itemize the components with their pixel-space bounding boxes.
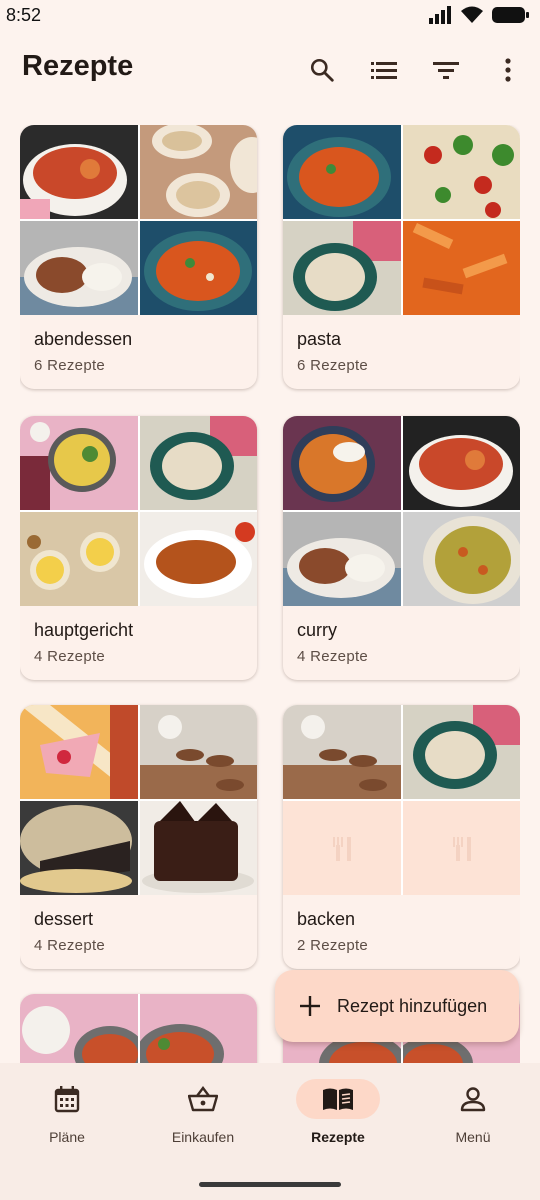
- home-indicator[interactable]: [199, 1182, 341, 1187]
- food-photo: [283, 512, 401, 606]
- nav-label: Rezepte: [311, 1129, 365, 1145]
- basket-icon: [188, 1086, 218, 1112]
- category-card-backen[interactable]: backen 2 Rezepte: [283, 705, 520, 969]
- food-photo: [403, 125, 520, 219]
- food-photo: [403, 416, 520, 510]
- food-photo: [20, 221, 138, 315]
- card-image-collage: [283, 705, 520, 895]
- card-recipe-count: 6 Rezepte: [297, 357, 369, 374]
- nav-label: Einkaufen: [171, 1129, 235, 1145]
- app-actions: [304, 52, 526, 88]
- category-card-curry[interactable]: curry 4 Rezepte: [283, 416, 520, 680]
- food-photo: [20, 125, 138, 219]
- search-icon: [310, 58, 334, 82]
- category-card-pasta[interactable]: pasta 6 Rezepte: [283, 125, 520, 389]
- food-photo: [20, 705, 138, 799]
- card-image-collage: [20, 705, 257, 895]
- card-image-collage: [20, 416, 257, 606]
- card-image-collage: [283, 416, 520, 606]
- food-photo: [20, 801, 138, 895]
- search-button[interactable]: [304, 52, 340, 88]
- card-image-collage: [283, 125, 520, 315]
- card-recipe-count: 6 Rezepte: [34, 357, 106, 374]
- card-title: abendessen: [34, 329, 133, 349]
- card-title: hauptgericht: [34, 620, 134, 640]
- filter-button[interactable]: [428, 52, 464, 88]
- food-photo: [403, 512, 520, 606]
- nav-item-plaene[interactable]: Pläne: [12, 1079, 122, 1145]
- bottom-navigation: Pläne Einkaufen Rezepte Menü: [0, 1063, 540, 1200]
- more-options-button[interactable]: [490, 52, 526, 88]
- food-photo: [283, 125, 401, 219]
- food-photo: [20, 512, 138, 606]
- app-bar: Rezepte: [0, 40, 540, 100]
- placeholder-tile: [283, 801, 401, 895]
- food-photo: [283, 416, 401, 510]
- nav-pill: [431, 1079, 515, 1119]
- placeholder-tile: [403, 801, 520, 895]
- card-recipe-count: 2 Rezepte: [297, 937, 369, 954]
- card-recipe-count: 4 Rezepte: [34, 937, 106, 954]
- status-time: 8:52: [6, 5, 42, 25]
- card-title: curry: [297, 620, 337, 640]
- battery-icon: [492, 7, 529, 23]
- category-card-partial[interactable]: [20, 994, 257, 1063]
- food-photo: [20, 416, 138, 510]
- food-photo: [283, 705, 401, 799]
- card-title: backen: [297, 909, 356, 929]
- calendar-icon: [54, 1086, 80, 1113]
- food-photo: [140, 416, 257, 510]
- nav-pill-active: [296, 1079, 380, 1119]
- card-title: dessert: [34, 909, 94, 929]
- cutlery-icon: [333, 837, 351, 861]
- nav-item-rezepte[interactable]: Rezepte: [283, 1079, 393, 1145]
- plus-icon: [300, 996, 320, 1016]
- card-recipe-count: 4 Rezepte: [34, 648, 106, 665]
- category-card-dessert[interactable]: dessert 4 Rezepte: [20, 705, 257, 969]
- nav-item-einkaufen[interactable]: Einkaufen: [148, 1079, 258, 1145]
- list-view-icon: [371, 62, 397, 79]
- food-photo: [140, 705, 257, 799]
- list-view-button[interactable]: [366, 52, 402, 88]
- status-bar: 8:52: [0, 0, 540, 34]
- nav-pill: [25, 1079, 109, 1119]
- food-photo: [283, 221, 401, 315]
- food-photo: [140, 994, 257, 1063]
- food-photo: [140, 221, 257, 315]
- food-photo: [140, 801, 257, 895]
- nav-label: Pläne: [49, 1129, 85, 1145]
- food-photo: [20, 994, 138, 1063]
- add-recipe-button[interactable]: Rezept hinzufügen: [275, 970, 519, 1042]
- wifi-icon: [461, 6, 483, 23]
- card-image-collage: [20, 994, 257, 1063]
- food-photo: [403, 221, 520, 315]
- food-photo: [403, 705, 520, 799]
- signal-icon: [429, 6, 451, 24]
- category-card-abendessen[interactable]: abendessen 6 Rezepte: [20, 125, 257, 389]
- more-vert-icon: [505, 58, 511, 82]
- status-icons: [428, 6, 530, 24]
- cutlery-icon: [453, 837, 471, 861]
- nav-item-menue[interactable]: Menü: [418, 1079, 528, 1145]
- food-photo: [140, 512, 257, 606]
- add-recipe-label: Rezept hinzufügen: [337, 995, 488, 1016]
- filter-icon: [433, 62, 459, 79]
- card-recipe-count: 4 Rezepte: [297, 648, 369, 665]
- category-card-hauptgericht[interactable]: hauptgericht 4 Rezepte: [20, 416, 257, 680]
- person-icon: [460, 1087, 486, 1112]
- book-icon: [323, 1088, 353, 1110]
- nav-label: Menü: [455, 1129, 491, 1145]
- food-photo: [140, 125, 257, 219]
- card-title: pasta: [297, 329, 342, 349]
- page-title: Rezepte: [22, 50, 134, 82]
- recipe-category-grid: abendessen 6 Rezepte pasta 6 Rezepte hau…: [20, 125, 520, 1063]
- nav-pill: [161, 1079, 245, 1119]
- card-image-collage: [20, 125, 257, 315]
